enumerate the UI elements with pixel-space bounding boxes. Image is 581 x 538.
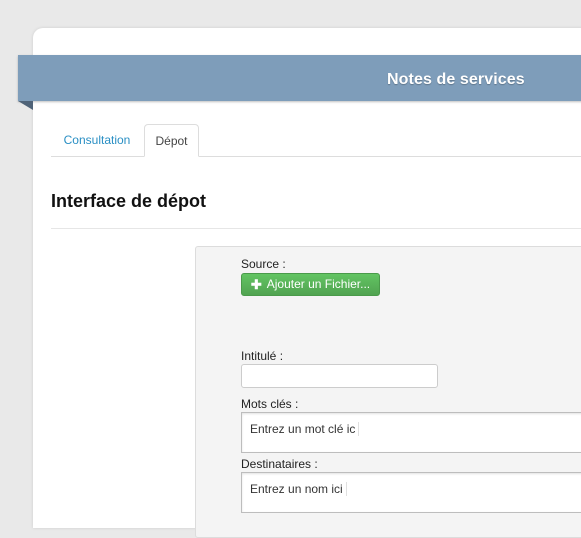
- tabs-divider: [51, 156, 581, 157]
- tab-depot[interactable]: Dépot: [144, 124, 199, 157]
- keywords-label: Mots clés :: [241, 397, 299, 411]
- keywords-placeholder: Entrez un mot clé ic: [250, 422, 360, 436]
- banner-ribbon-fold: [18, 101, 33, 110]
- title-input[interactable]: [241, 364, 438, 388]
- title-label: Intitulé :: [241, 349, 284, 363]
- add-file-button-label: Ajouter un Fichier...: [266, 277, 371, 291]
- section-heading: Interface de dépot: [51, 191, 207, 211]
- recipients-label: Destinataires :: [241, 457, 318, 471]
- recipients-placeholder: Entrez un nom ici: [250, 482, 347, 496]
- source-label: Source :: [241, 257, 286, 271]
- heading-divider: [51, 228, 581, 229]
- tab-consultation[interactable]: Consultation: [52, 124, 142, 156]
- keywords-field[interactable]: Entrez un mot clé ic: [241, 412, 581, 453]
- page-title: Notes de services: [387, 71, 525, 88]
- recipients-field[interactable]: Entrez un nom ici: [241, 472, 581, 513]
- plus-icon: ✚: [250, 277, 262, 292]
- add-file-button[interactable]: ✚ Ajouter un Fichier...: [241, 273, 380, 296]
